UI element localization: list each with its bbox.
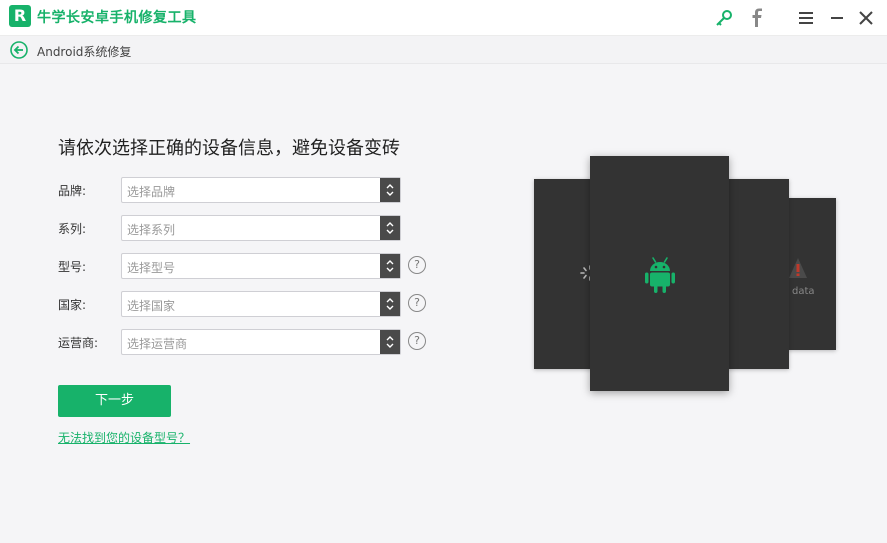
model-help-icon[interactable]: ?	[408, 256, 426, 274]
brand-label: 品牌:	[58, 184, 87, 198]
title-bar: R 牛学长安卓手机修复工具	[0, 0, 887, 36]
minimize-icon[interactable]	[825, 6, 849, 30]
carrier-select[interactable]: 选择运营商	[121, 329, 401, 355]
series-select[interactable]: 选择系列	[121, 215, 401, 241]
data-label: data	[792, 286, 815, 297]
phone-back-left	[534, 179, 594, 369]
series-label: 系列:	[58, 222, 87, 236]
country-placeholder: 选择国家	[127, 299, 176, 313]
phone-mid-right	[727, 179, 789, 369]
spinner-arrows-icon[interactable]	[380, 216, 400, 240]
spinner-arrows-icon[interactable]	[380, 292, 400, 316]
breadcrumb: Android系统修复	[0, 36, 887, 64]
brand-placeholder: 选择品牌	[127, 185, 176, 199]
country-label: 国家:	[58, 298, 87, 312]
spinner-arrows-icon[interactable]	[380, 330, 400, 354]
app-logo: R	[9, 5, 31, 27]
back-icon[interactable]	[10, 41, 28, 59]
model-placeholder: 选择型号	[127, 261, 176, 275]
phone-front	[590, 156, 729, 391]
menu-icon[interactable]	[794, 6, 818, 30]
series-placeholder: 选择系列	[127, 223, 176, 237]
close-icon[interactable]	[854, 6, 878, 30]
phone-back-right	[787, 198, 836, 350]
brand-select[interactable]: 选择品牌	[121, 177, 401, 203]
breadcrumb-label[interactable]: Android系统修复	[37, 43, 131, 60]
next-button[interactable]: 下一步	[58, 385, 171, 417]
cannot-find-model-link[interactable]: 无法找到您的设备型号？	[58, 429, 190, 446]
country-select[interactable]: 选择国家	[121, 291, 401, 317]
app-title: 牛学长安卓手机修复工具	[37, 10, 197, 26]
model-label: 型号:	[58, 260, 87, 274]
model-select[interactable]: 选择型号	[121, 253, 401, 279]
page-title: 请依次选择正确的设备信息，避免设备变砖	[58, 138, 400, 159]
carrier-placeholder: 选择运营商	[127, 337, 188, 351]
country-help-icon[interactable]: ?	[408, 294, 426, 312]
carrier-label: 运营商:	[58, 336, 99, 350]
spinner-arrows-icon[interactable]	[380, 178, 400, 202]
spinner-arrows-icon[interactable]	[380, 254, 400, 278]
carrier-help-icon[interactable]: ?	[408, 332, 426, 350]
key-icon[interactable]	[712, 6, 736, 30]
android-icon	[645, 257, 675, 293]
facebook-icon[interactable]	[745, 6, 769, 30]
